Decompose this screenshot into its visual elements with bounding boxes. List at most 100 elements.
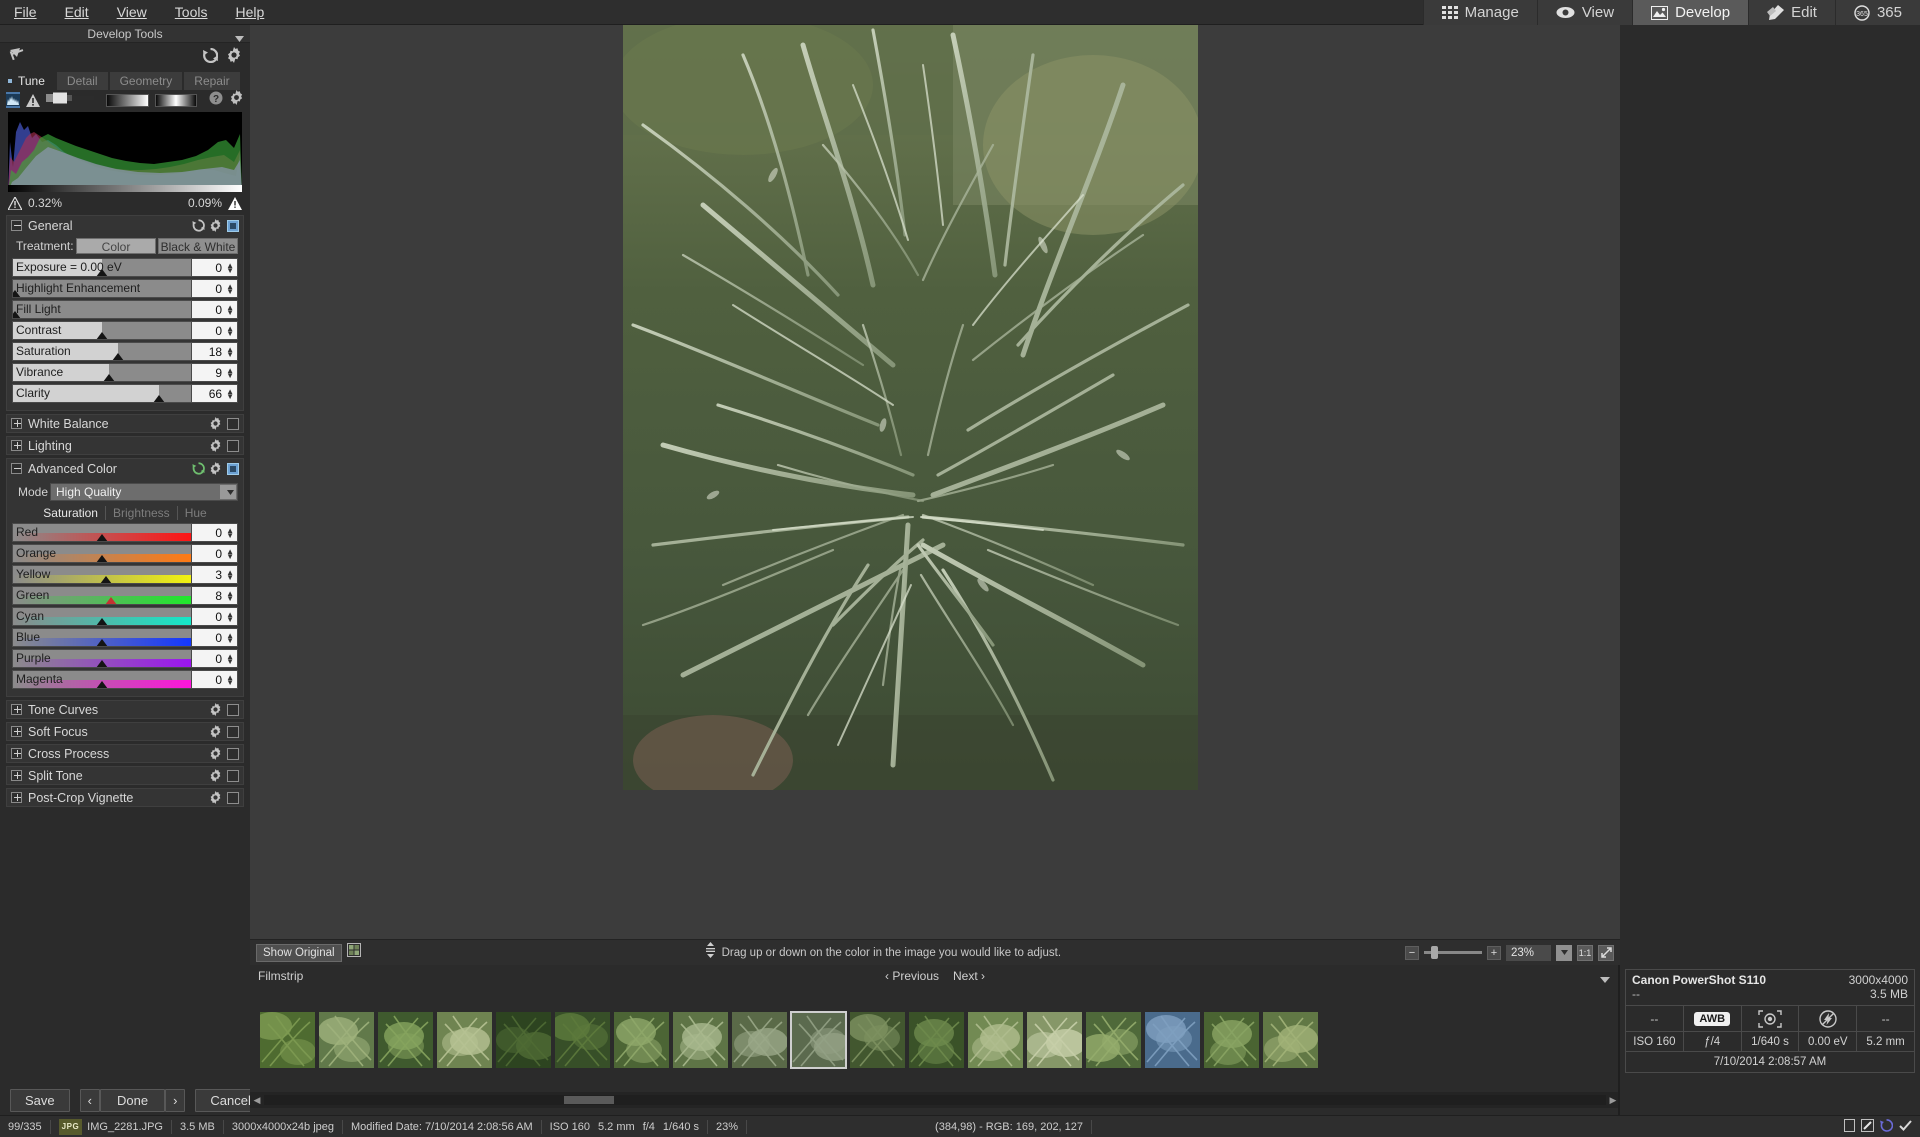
slider-value-field[interactable]: 0 ▲ ▼ [192, 258, 238, 277]
gear-icon[interactable] [209, 769, 222, 782]
chevron-down-icon[interactable] [1600, 972, 1610, 986]
tab-tune[interactable]: Tune [2, 72, 55, 90]
stepper-arrows-icon[interactable]: ▲ ▼ [226, 589, 234, 602]
stepper-arrows-icon[interactable]: ▲ ▼ [226, 366, 234, 379]
filmstrip-next-button[interactable]: Next › [953, 969, 985, 983]
treatment-bw-button[interactable]: Black & White [158, 238, 238, 254]
filmstrip-thumbnail[interactable] [732, 1011, 787, 1068]
slider-track[interactable]: Contrast [12, 321, 192, 340]
slider-track[interactable]: Exposure = 0.00 eV [12, 258, 192, 277]
expand-toggle-white-balance[interactable] [11, 418, 22, 429]
gear-icon[interactable] [209, 417, 222, 430]
menu-view[interactable]: View [103, 0, 161, 25]
section-advanced-color-header[interactable]: Advanced Color [7, 459, 243, 478]
slider-value-field[interactable]: 0 ▲ ▼ [192, 649, 238, 668]
enable-checkbox-lighting[interactable] [227, 439, 239, 452]
slider-value-field[interactable]: 0 ▲ ▼ [192, 523, 238, 542]
reset-icon[interactable] [192, 219, 205, 232]
gear-icon[interactable] [209, 747, 222, 760]
slider-value-field[interactable]: 0 ▲ ▼ [192, 279, 238, 298]
filmstrip-scrollbar[interactable]: ◀ ▶ [250, 1092, 1620, 1108]
menu-tools[interactable]: Tools [161, 0, 222, 25]
page-icon[interactable] [1844, 1118, 1855, 1135]
filmstrip-thumbnail[interactable] [437, 1011, 492, 1068]
slider-track[interactable]: Highlight Enhancement [12, 279, 192, 298]
gear-icon[interactable] [226, 47, 242, 68]
expand-toggle-lighting[interactable] [11, 440, 22, 451]
slider-value-field[interactable]: 9 ▲ ▼ [192, 363, 238, 382]
stepper-arrows-icon[interactable]: ▲ ▼ [226, 282, 234, 295]
enable-checkbox-white-balance[interactable] [227, 417, 239, 430]
slider-track[interactable]: Yellow [12, 565, 192, 584]
zoom-in-button[interactable]: + [1487, 945, 1501, 960]
stepper-arrows-icon[interactable]: ▲ ▼ [226, 673, 234, 686]
settings-gear-icon[interactable] [229, 90, 244, 110]
refresh-icon[interactable] [1880, 1118, 1894, 1135]
enable-checkbox-tone-curves[interactable] [227, 703, 239, 716]
filmstrip-previous-button[interactable]: ‹ Previous [885, 969, 939, 983]
expand-toggle-cross-process[interactable] [11, 748, 22, 759]
mode-view[interactable]: View [1536, 0, 1633, 25]
slider-track[interactable]: Saturation [12, 342, 192, 361]
reset-icon[interactable] [203, 47, 219, 68]
stepper-arrows-icon[interactable]: ▲ ▼ [226, 261, 234, 274]
stepper-arrows-icon[interactable]: ▲ ▼ [226, 631, 234, 644]
slider-track[interactable]: Blue [12, 628, 192, 647]
zoom-one-to-one-button[interactable]: 1:1 [1577, 944, 1593, 961]
section-post-crop-vignette[interactable]: Post-Crop Vignette [6, 788, 244, 807]
zoom-out-button[interactable]: − [1405, 945, 1419, 960]
mode-manage[interactable]: Manage [1422, 0, 1537, 25]
filmstrip-thumbnail[interactable] [1263, 1011, 1318, 1068]
slider-track[interactable]: Orange [12, 544, 192, 563]
slash-icon[interactable] [1861, 1118, 1874, 1135]
expand-toggle-post-crop-vignette[interactable] [11, 792, 22, 803]
zoom-slider-thumb[interactable] [1431, 946, 1438, 959]
enable-checkbox-split-tone[interactable] [227, 769, 239, 782]
slider-track[interactable]: Vibrance [12, 363, 192, 382]
slider-track[interactable]: Red [12, 523, 192, 542]
filmstrip-scroll-track[interactable] [264, 1095, 1606, 1105]
gear-icon[interactable] [209, 219, 222, 232]
gear-icon[interactable] [209, 462, 222, 475]
filmstrip-thumbnail[interactable] [614, 1011, 669, 1068]
enable-checkbox-post-crop-vignette[interactable] [227, 791, 239, 804]
show-original-button[interactable]: Show Original [256, 943, 342, 962]
gear-icon[interactable] [209, 703, 222, 716]
stepper-arrows-icon[interactable]: ▲ ▼ [226, 324, 234, 337]
menu-edit[interactable]: Edit [51, 0, 103, 25]
enable-checkbox-advanced-color[interactable] [227, 462, 239, 475]
stepper-arrows-icon[interactable]: ▲ ▼ [226, 303, 234, 316]
slider-value-field[interactable]: 66 ▲ ▼ [192, 384, 238, 403]
expand-toggle-tone-curves[interactable] [11, 704, 22, 715]
section-cross-process[interactable]: Cross Process [6, 744, 244, 763]
shadow-clip-icon[interactable] [6, 195, 24, 211]
section-split-tone[interactable]: Split Tone [6, 766, 244, 785]
subtab-brightness[interactable]: Brightness [106, 506, 178, 520]
filmstrip-thumbnails[interactable] [250, 987, 1620, 1092]
brush-tool-icon[interactable] [46, 91, 94, 110]
slider-track[interactable]: Magenta [12, 670, 192, 689]
compare-view-icon[interactable] [346, 943, 361, 962]
slider-value-field[interactable]: 0 ▲ ▼ [192, 544, 238, 563]
section-tone-curves[interactable]: Tone Curves [6, 700, 244, 719]
undo-arrow-icon[interactable] [8, 46, 30, 69]
image-canvas[interactable]: Show Original Drag up or down on the col… [250, 25, 1620, 965]
stepper-arrows-icon[interactable]: ▲ ▼ [226, 547, 234, 560]
filmstrip-thumbnail[interactable] [378, 1011, 433, 1068]
filmstrip-thumbnail[interactable] [790, 1010, 847, 1069]
menu-file[interactable]: File [0, 0, 51, 25]
slider-value-field[interactable]: 8 ▲ ▼ [192, 586, 238, 605]
expand-toggle-soft-focus[interactable] [11, 726, 22, 737]
subtab-saturation[interactable]: Saturation [36, 506, 106, 520]
enable-checkbox-general[interactable] [227, 219, 239, 232]
filmstrip-thumbnail[interactable] [850, 1011, 905, 1068]
previous-image-button[interactable]: ‹ [79, 1088, 100, 1112]
slider-value-field[interactable]: 3 ▲ ▼ [192, 565, 238, 584]
stepper-arrows-icon[interactable]: ▲ ▼ [226, 568, 234, 581]
slider-value-field[interactable]: 0 ▲ ▼ [192, 670, 238, 689]
clipping-warning-icon[interactable] [26, 92, 40, 108]
stepper-arrows-icon[interactable]: ▲ ▼ [226, 610, 234, 623]
zoom-fit-button[interactable] [1598, 944, 1614, 961]
highlight-clip-icon[interactable] [228, 196, 242, 210]
gear-icon[interactable] [209, 725, 222, 738]
